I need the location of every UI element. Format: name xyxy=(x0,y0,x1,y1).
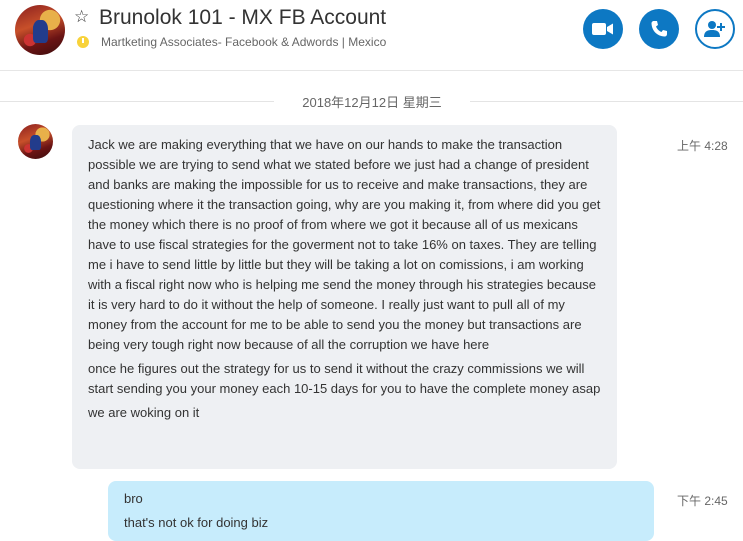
contact-avatar[interactable] xyxy=(15,5,65,55)
message-text: bro xyxy=(124,491,143,506)
audio-call-button[interactable] xyxy=(639,9,679,49)
video-camera-icon xyxy=(592,23,613,35)
incoming-message-bubble[interactable]: Jack we are making everything that we ha… xyxy=(72,125,617,469)
message-text: once he figures out the strategy for us … xyxy=(88,361,601,396)
phone-icon xyxy=(651,21,667,37)
add-people-button[interactable] xyxy=(695,9,735,49)
contact-name[interactable]: Brunolok 101 - MX FB Account xyxy=(99,6,386,30)
message-text: Jack we are making everything that we ha… xyxy=(88,137,601,352)
message-timestamp: 下午 2:45 xyxy=(677,494,728,508)
chat-header: ☆ Brunolok 101 - MX FB Account Martketin… xyxy=(0,0,743,71)
favorite-star-icon[interactable]: ☆ xyxy=(74,7,89,27)
message-sender-avatar[interactable] xyxy=(18,124,53,159)
contact-mood-message: Martketing Associates- Facebook & Adword… xyxy=(101,35,387,49)
outgoing-message-bubble[interactable]: bro that's not ok for doing biz xyxy=(108,481,654,541)
divider xyxy=(470,101,743,102)
message-text: that's not ok for doing biz xyxy=(124,515,269,530)
away-status-icon xyxy=(77,36,89,48)
video-call-button[interactable] xyxy=(583,9,623,49)
divider xyxy=(0,101,274,102)
add-person-icon xyxy=(704,21,725,37)
message-timestamp: 上午 4:28 xyxy=(677,139,728,153)
message-text: we are woking on it xyxy=(88,405,200,420)
date-label: 2018年12月12日 星期三 xyxy=(302,95,442,110)
date-separator: 2018年12月12日 星期三 xyxy=(0,92,743,112)
